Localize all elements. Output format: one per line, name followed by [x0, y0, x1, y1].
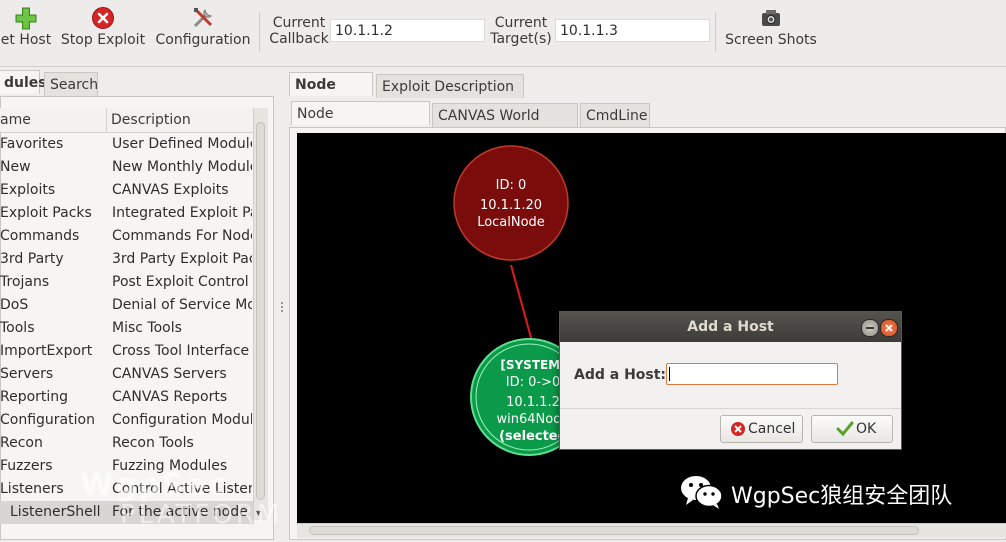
module-row[interactable]: Exploits CANVAS Exploits — [0, 179, 254, 202]
tools-icon — [191, 6, 215, 30]
set-host-label: et Host — [0, 32, 52, 48]
pane-resize-handle[interactable] — [280, 300, 284, 312]
module-description: Post Exploit Control — [112, 274, 249, 290]
module-description: Cross Tool Interface — [112, 343, 250, 359]
modules-scrollbar-thumb[interactable] — [256, 122, 265, 500]
module-description: Misc Tools — [112, 320, 182, 336]
camera-icon — [759, 6, 783, 30]
node-link — [510, 264, 534, 346]
module-row[interactable]: Commands Commands For Node — [0, 225, 254, 248]
module-name: Commands — [0, 228, 80, 244]
module-row[interactable]: Exploit Packs Integrated Exploit Pa — [0, 202, 254, 225]
tab-cmdline[interactable]: CmdLine — [580, 103, 650, 127]
dialog-titlebar[interactable]: Add a Host — [560, 312, 901, 342]
add-host-dialog: Add a Host Add a Host: Cancel OK — [559, 311, 902, 450]
module-row[interactable]: DoS Denial of Service Mod — [0, 294, 254, 317]
module-description: User Defined Module — [112, 136, 252, 152]
checkmark-icon — [836, 421, 854, 437]
wechat-icon — [681, 476, 723, 509]
module-name: DoS — [0, 297, 29, 313]
module-row[interactable]: Servers CANVAS Servers — [0, 363, 254, 386]
toolbar-separator — [259, 12, 260, 52]
close-icon[interactable] — [880, 319, 898, 337]
ok-label: OK — [856, 421, 877, 437]
module-description: CANVAS Servers — [112, 366, 227, 382]
cancel-label: Cancel — [748, 421, 796, 437]
module-row[interactable]: Reporting CANVAS Reports — [0, 386, 254, 409]
module-name: ImportExport — [0, 343, 93, 359]
module-name: Exploits — [0, 182, 56, 198]
tab-search[interactable]: Search — [44, 72, 98, 96]
platform-watermark: WgpSec — [80, 468, 228, 503]
add-host-input[interactable] — [666, 363, 838, 385]
modules-table-header: ame Description — [0, 108, 254, 133]
module-row[interactable]: Configuration Configuration Module — [0, 409, 254, 432]
module-description: Configuration Module — [112, 412, 252, 428]
module-name: Favorites — [0, 136, 64, 152]
configuration-label: Configuration — [155, 32, 251, 48]
column-description-header[interactable]: Description — [111, 108, 191, 132]
module-description: 3rd Party Exploit Pac — [112, 251, 252, 267]
tab-node-tree[interactable]: Node Tree — [289, 72, 373, 117]
module-row[interactable]: Tools Misc Tools — [0, 317, 254, 340]
configuration-button[interactable]: Configuration — [154, 6, 252, 48]
tab-exploit-description[interactable]: Exploit Description — [376, 74, 524, 98]
minimize-icon[interactable] — [861, 319, 879, 337]
module-description: Recon Tools — [112, 435, 194, 451]
screen-shots-button[interactable]: Screen Shots — [724, 6, 818, 48]
current-callback-field[interactable]: 10.1.1.2 — [330, 19, 485, 42]
cancel-button[interactable]: Cancel — [720, 415, 803, 443]
tab-node-management[interactable]: Node Management — [291, 101, 430, 146]
stop-exploit-button[interactable]: Stop Exploit — [60, 6, 146, 48]
plus-icon — [14, 6, 38, 30]
stop-icon — [91, 6, 115, 30]
platform-watermark-sub: PLATFORM — [120, 500, 283, 530]
text-caret — [669, 367, 670, 381]
module-name: ListenerShell — [10, 504, 101, 520]
wechat-brand-text: WgpSec狼组安全团队 — [731, 484, 953, 509]
graph-scrollbar-thumb[interactable] — [309, 526, 919, 535]
module-description: CANVAS Reports — [112, 389, 228, 405]
module-name: Exploit Packs — [0, 205, 92, 221]
column-divider[interactable] — [106, 108, 107, 132]
module-row[interactable]: Recon Recon Tools — [0, 432, 254, 455]
current-callback-label: Current Callback — [269, 15, 329, 47]
module-name: Servers — [0, 366, 54, 382]
dialog-title: Add a Host — [687, 319, 774, 335]
module-description: New Monthly Module — [112, 159, 252, 175]
toolbar-separator — [715, 12, 716, 52]
add-host-label: Add a Host: — [574, 367, 667, 383]
current-target-label: Current Target(s) — [490, 15, 552, 47]
set-host-button[interactable]: et Host — [0, 6, 54, 48]
module-name: Reporting — [0, 389, 69, 405]
module-name: Recon — [0, 435, 43, 451]
current-target-field[interactable]: 10.1.1.3 — [555, 19, 710, 42]
ok-button[interactable]: OK — [811, 415, 893, 443]
module-row[interactable]: Favorites User Defined Module — [0, 133, 254, 156]
tab-canvas-world-map[interactable]: CANVAS World Map — [432, 103, 578, 148]
module-row[interactable]: Trojans Post Exploit Control — [0, 271, 254, 294]
module-row[interactable]: New New Monthly Module — [0, 156, 254, 179]
graph-horizontal-scrollbar[interactable] — [297, 523, 1006, 538]
stop-exploit-label: Stop Exploit — [60, 32, 146, 48]
module-description: Integrated Exploit Pa — [112, 205, 252, 221]
local-node-label: ID: 0 10.1.1.20 LocalNode — [477, 178, 545, 230]
module-row[interactable]: 3rd Party 3rd Party Exploit Pac — [0, 248, 254, 271]
module-description: Denial of Service Mod — [112, 297, 252, 313]
dialog-separator — [560, 408, 901, 409]
toolbar: et Host Stop Exploit Configuration Curre… — [0, 0, 1006, 67]
module-name: Configuration — [0, 412, 95, 428]
module-name: Tools — [0, 320, 35, 336]
tab-modules[interactable]: dules — [0, 70, 47, 94]
module-description: Commands For Node — [112, 228, 252, 244]
screen-shots-label: Screen Shots — [725, 32, 817, 48]
column-name-header[interactable]: ame — [0, 108, 31, 132]
modules-scrollbar[interactable] — [253, 108, 268, 520]
cancel-icon — [731, 422, 745, 436]
module-name: 3rd Party — [0, 251, 64, 267]
module-name: New — [0, 159, 31, 175]
module-description: CANVAS Exploits — [112, 182, 229, 198]
module-row[interactable]: ImportExport Cross Tool Interface — [0, 340, 254, 363]
module-name: Trojans — [0, 274, 50, 290]
